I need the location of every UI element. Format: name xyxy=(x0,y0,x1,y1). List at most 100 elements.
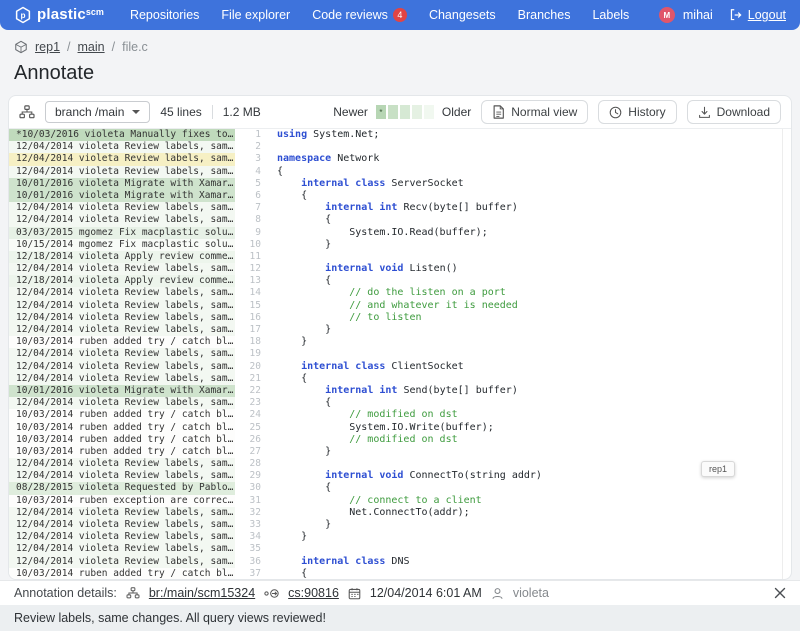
annotation-row[interactable]: 12/04/2014 violeta Review labels, same c… xyxy=(9,324,235,336)
annotation-message: Review labels, same changes. All query v… xyxy=(14,611,326,625)
annotation-row[interactable]: 12/04/2014 violeta Review labels, same c… xyxy=(9,166,235,178)
annotation-row[interactable]: 12/04/2014 violeta Review labels, same c… xyxy=(9,153,235,165)
line-number: 23 xyxy=(235,397,265,409)
code-line: // connect to a client xyxy=(277,495,791,507)
line-number: 12 xyxy=(235,263,265,275)
annotation-row[interactable]: 10/03/2014 ruben added try / catch block… xyxy=(9,422,235,434)
calendar-icon xyxy=(348,587,361,600)
page-title: Annotate xyxy=(14,62,94,85)
nav-item-code-reviews[interactable]: Code reviews4 xyxy=(312,8,407,22)
annotation-row[interactable]: 12/04/2014 violeta Review labels, same c… xyxy=(9,531,235,543)
annotation-row[interactable]: 10/03/2014 ruben added try / catch block… xyxy=(9,434,235,446)
annotation-row[interactable]: 12/04/2014 violeta Review labels, same c… xyxy=(9,263,235,275)
branch-selector-value: branch /main xyxy=(55,105,124,119)
annotation-row[interactable]: 12/04/2014 violeta Review labels, same c… xyxy=(9,543,235,555)
code-line: internal int Recv(byte[] buffer) xyxy=(277,202,791,214)
legend-square xyxy=(412,105,422,119)
annotation-row[interactable]: 12/04/2014 violeta Review labels, same c… xyxy=(9,348,235,360)
normal-view-button[interactable]: Normal view xyxy=(481,100,588,124)
code-line: namespace Network xyxy=(277,153,791,165)
annotation-row[interactable]: 10/01/2016 violeta Migrate with Xamarin … xyxy=(9,385,235,397)
annotation-row[interactable]: 12/04/2014 violeta Review labels, same c… xyxy=(9,519,235,531)
page: p plasticscm Repositories File explorer Co… xyxy=(0,0,800,631)
annotation-row[interactable]: 12/04/2014 violeta Review labels, same c… xyxy=(9,470,235,482)
history-button[interactable]: History xyxy=(598,100,676,124)
line-number: 33 xyxy=(235,519,265,531)
normal-view-label: Normal view xyxy=(511,105,577,119)
code-line: internal void Listen() xyxy=(277,263,791,275)
download-button[interactable]: Download xyxy=(687,100,781,124)
annotation-row[interactable]: 10/01/2016 violeta Migrate with Xamarin … xyxy=(9,190,235,202)
download-label: Download xyxy=(717,105,770,119)
annotation-row[interactable]: 12/04/2014 violeta Review labels, same c… xyxy=(9,556,235,568)
nav-item-label: Changesets xyxy=(429,8,496,22)
code-line xyxy=(277,348,791,360)
annotation-row[interactable]: 12/04/2014 violeta Review labels, same c… xyxy=(9,397,235,409)
code-line: { xyxy=(277,373,791,385)
nav-item-repositories[interactable]: Repositories xyxy=(130,8,199,22)
branch-tree-icon xyxy=(19,105,35,119)
changeset-link[interactable]: cs:90816 xyxy=(288,586,339,600)
repository-icon xyxy=(14,40,28,54)
vertical-scrollbar[interactable] xyxy=(782,129,791,580)
annotation-row[interactable]: 12/04/2014 violeta Review labels, same c… xyxy=(9,214,235,226)
line-number: 18 xyxy=(235,336,265,348)
annotation-row[interactable]: 10/03/2014 ruben exception are correctly… xyxy=(9,495,235,507)
annotation-row[interactable]: 12/04/2014 violeta Review labels, same c… xyxy=(9,141,235,153)
annotation-row[interactable]: 10/03/2014 ruben added try / catch block… xyxy=(9,336,235,348)
annotation-row[interactable]: 12/04/2014 violeta Review labels, same c… xyxy=(9,458,235,470)
annotation-row[interactable]: 12/04/2014 violeta Review labels, same c… xyxy=(9,361,235,373)
annotation-row[interactable]: 10/01/2016 violeta Migrate with Xamarin … xyxy=(9,178,235,190)
annotation-row[interactable]: 08/28/2015 violeta Requested by Pablo: r… xyxy=(9,482,235,494)
branch-link[interactable]: br:/main/scm15324 xyxy=(149,586,255,600)
line-number: 5 xyxy=(235,178,265,190)
nav-item-file-explorer[interactable]: File explorer xyxy=(221,8,290,22)
breadcrumb-branch-link[interactable]: main xyxy=(78,40,105,54)
nav-items: Repositories File explorer Code reviews4 Ch… xyxy=(130,8,659,22)
annotation-row[interactable]: 12/04/2014 violeta Review labels, same c… xyxy=(9,300,235,312)
annotation-row[interactable]: *10/03/2016 violeta Manually fixes to me… xyxy=(9,129,235,141)
file-size: 1.2 MB xyxy=(223,105,261,119)
annotation-row[interactable]: 12/18/2014 violeta Apply review comments… xyxy=(9,275,235,287)
code-line: { xyxy=(277,397,791,409)
line-number: 27 xyxy=(235,446,265,458)
line-number: 25 xyxy=(235,422,265,434)
nav-item-label: Code reviews xyxy=(312,8,388,22)
code-pane: using System.Net;namespace Network{ inte… xyxy=(265,129,791,580)
breadcrumb-repo-link[interactable]: rep1 xyxy=(35,40,60,54)
annotation-row[interactable]: 10/03/2014 ruben added try / catch block… xyxy=(9,409,235,421)
toolbar-divider xyxy=(212,105,213,119)
plasticscm-logo[interactable]: p plasticscm xyxy=(14,6,104,24)
line-number: 37 xyxy=(235,568,265,580)
annotation-row[interactable]: 10/15/2014 mgomez Fix macplastic solutio… xyxy=(9,239,235,251)
changeset-icon xyxy=(264,588,279,599)
line-number: 30 xyxy=(235,482,265,494)
branch-selector-dropdown[interactable]: branch /main xyxy=(45,101,150,123)
annotate-card: branch /main 45 lines 1.2 MB Newer * Old… xyxy=(8,95,792,580)
line-number: 19 xyxy=(235,348,265,360)
line-number: 29 xyxy=(235,470,265,482)
avatar[interactable]: M xyxy=(659,7,675,23)
clock-icon xyxy=(609,106,622,119)
nav-item-labels[interactable]: Labels xyxy=(592,8,629,22)
close-details-button[interactable] xyxy=(774,587,786,599)
annotation-row[interactable]: 10/03/2014 ruben added try / catch block… xyxy=(9,446,235,458)
annotation-row[interactable]: 12/04/2014 violeta Review labels, same c… xyxy=(9,507,235,519)
logout-button[interactable]: Logout xyxy=(729,8,786,22)
nav-item-branches[interactable]: Branches xyxy=(518,8,571,22)
annotation-row[interactable]: 12/04/2014 violeta Review labels, same c… xyxy=(9,287,235,299)
download-icon xyxy=(698,106,711,119)
annotation-row[interactable]: 12/04/2014 violeta Review labels, same c… xyxy=(9,202,235,214)
logout-label: Logout xyxy=(748,8,786,22)
code-line: } xyxy=(277,531,791,543)
annotation-row[interactable]: 03/03/2015 mgomez Fix macplastic solutio… xyxy=(9,227,235,239)
annotation-row[interactable]: 12/18/2014 violeta Apply review comments… xyxy=(9,251,235,263)
annotation-row[interactable]: 10/03/2014 ruben added try / catch block… xyxy=(9,568,235,580)
code-line: } xyxy=(277,446,791,458)
line-number: 34 xyxy=(235,531,265,543)
nav-item-changesets[interactable]: Changesets xyxy=(429,8,496,22)
logo-word: plastic xyxy=(37,6,86,23)
annotation-row[interactable]: 12/04/2014 violeta Review labels, same c… xyxy=(9,373,235,385)
annotation-row[interactable]: 12/04/2014 violeta Review labels, same c… xyxy=(9,312,235,324)
line-number: 4 xyxy=(235,166,265,178)
